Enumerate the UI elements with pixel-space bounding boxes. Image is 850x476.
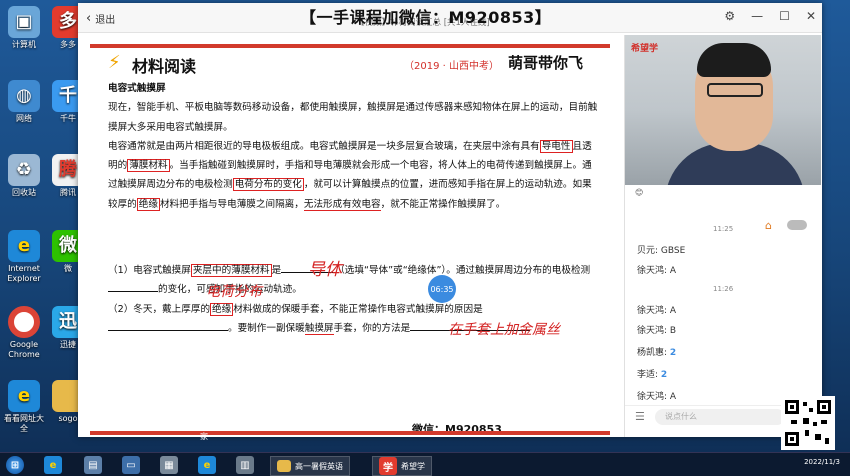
chat-message: 李适: 2: [637, 370, 668, 380]
chat-time: 11:25: [713, 225, 734, 233]
chat-message: 徐天鸿: A: [637, 306, 677, 316]
start-button[interactable]: ⊞: [6, 456, 24, 474]
recycle-bin-icon: ♻: [8, 154, 40, 186]
taskbar-ie[interactable]: e: [44, 456, 62, 474]
chat-time: 11:26: [713, 285, 734, 293]
gift-icon[interactable]: ⌂: [765, 219, 772, 232]
taskbar-app-1[interactable]: ▤: [84, 456, 102, 474]
network-icon: ◍: [8, 80, 40, 112]
chat-list: 11:25 ⌂ 贝元: GBSE 徐天鸿: A 11:26 徐天鸿: A 徐天鸿…: [625, 205, 821, 405]
monitor-icon: ▭: [122, 456, 140, 474]
app-icon: ▦: [160, 456, 178, 474]
exit-button[interactable]: ‹ 退出: [86, 10, 115, 27]
maximize-icon[interactable]: ☐: [779, 9, 790, 23]
lesson-slide: ⚡ 材料阅读 （2019 · 山西中考） 萌哥带你飞 电容式触摸屏 现在，智能手…: [82, 35, 620, 437]
chat-message: 贝元: GBSE: [637, 246, 686, 256]
blank-3: [108, 329, 228, 331]
annot-box-insulator: 绝缘: [136, 197, 160, 211]
annot-underline-q2: 触摸屏: [304, 322, 334, 335]
annot-box-charge: 电荷分布的变化: [232, 178, 304, 192]
ie-icon: e: [198, 456, 216, 474]
handwriting-answer-3: 在手套上加金属丝: [448, 322, 560, 338]
ie-icon: e: [8, 380, 40, 412]
desktop-folder-label: 家: [200, 432, 208, 441]
titlebar: ‹ 退出 【视频】补材阅读汇总 [共1人在线] 【一手课程加微信：M920853…: [78, 3, 822, 33]
desktop-icon-chrome[interactable]: Google Chrome: [2, 306, 46, 360]
chat-message: 杨凯惠: 2: [637, 348, 677, 358]
desktop-icon-computer[interactable]: ▣ 计算机: [2, 6, 46, 50]
annot-box-q1: 夹层中的薄膜材料: [190, 264, 272, 277]
blank-2: [108, 291, 158, 293]
taskbar-folder-window[interactable]: 高一暑假英语: [270, 456, 350, 476]
folder-icon: [277, 460, 291, 472]
annot-box-film: 薄膜材料: [127, 159, 170, 173]
app-icon: ▥: [236, 456, 254, 474]
desktop-icon-network[interactable]: ◍ 网络: [2, 80, 46, 124]
desktop-icon-kankan[interactable]: e 看看网址大全: [2, 380, 46, 434]
app-icon: ▤: [84, 456, 102, 474]
taskbar-app-4[interactable]: ▥: [236, 456, 254, 474]
ie-icon: e: [44, 456, 62, 474]
emoji-icon: 😊: [635, 188, 644, 197]
school-logo: 希望学: [631, 44, 659, 54]
computer-icon: ▣: [8, 6, 40, 38]
desktop-icon-recycle-bin[interactable]: ♻ 回收站: [2, 154, 46, 198]
taskbar-ie-2[interactable]: e: [198, 456, 216, 474]
passage: 电容式触摸屏 现在，智能手机、平板电脑等数码移动设备，都使用触摸屏，触摸屏是通过…: [108, 79, 600, 214]
chrome-icon: [8, 306, 40, 338]
teacher-glasses: [707, 83, 763, 97]
taskbar-app-3[interactable]: ▦: [160, 456, 178, 474]
classroom-window: ‹ 退出 【视频】补材阅读汇总 [共1人在线] 【一手课程加微信：M920853…: [78, 3, 822, 437]
chat-icon[interactable]: ☰: [635, 410, 645, 423]
passage-p2: 电容通常就是由两片相距很近的导电极板组成。电容式触摸屏是一块多层复合玻璃，在夹层…: [108, 139, 592, 211]
system-clock: 2022/11/3: [804, 458, 840, 466]
slide-top-bar: [90, 44, 610, 48]
lightning-icon: ⚡: [108, 52, 121, 73]
toggle-switch[interactable]: [787, 220, 807, 230]
desktop-icon-ie[interactable]: e Internet Explorer: [2, 230, 46, 284]
watermark-banner: 【一手课程加微信：M920853】: [300, 8, 552, 27]
handwriting-answer-1: 导体: [308, 260, 342, 280]
taskbar: ⊞ e ▤ ▭ ▦ e ▥ 高一暑假英语 学 希望学 家 2022/11/3: [0, 432, 850, 476]
exam-source: （2019 · 山西中考）: [404, 61, 499, 72]
window-controls: ⚙ — ☐ ✕: [724, 9, 816, 23]
app-icon: 学: [379, 457, 397, 475]
chat-message: 徐天鸿: A: [637, 392, 677, 402]
side-panel: 希望学 😊 11:25 ⌂ 贝元: GBSE 徐天鸿: A 11:26 徐天鸿:…: [624, 35, 821, 437]
taskbar-app-2[interactable]: ▭: [122, 456, 140, 474]
handwriting-answer-2: 电荷分布: [206, 284, 262, 300]
slide-bottom-bar: [90, 431, 610, 435]
question-1: （1）电容式触摸屏 夹层中的薄膜材料是（选填“导体”或“绝缘体”）。通过触摸屏周边…: [108, 264, 591, 296]
annot-box-q2: 绝缘: [210, 302, 234, 316]
slide-brand: 萌哥带你飞: [508, 54, 584, 72]
qr-code-icon: [781, 396, 835, 450]
teacher-video: 希望学: [625, 35, 821, 185]
taskbar-xiwangxue-window[interactable]: 学 希望学: [372, 456, 432, 476]
annot-box-conductive: 导电性: [539, 139, 573, 153]
timer-badge: 06:35: [428, 275, 456, 303]
annot-underline-capacitor: 无法形成有效电容: [303, 198, 381, 211]
chat-message: 徐天鸿: B: [637, 326, 677, 336]
slide-title: 材料阅读: [132, 57, 197, 76]
windows-start-icon: ⊞: [6, 456, 24, 474]
reaction-bar: 😊: [635, 188, 643, 197]
chat-message: 徐天鸿: A: [637, 266, 677, 276]
chevron-left-icon: ‹: [86, 10, 92, 26]
close-icon[interactable]: ✕: [806, 9, 816, 23]
passage-heading: 电容式触摸屏: [108, 83, 166, 94]
minimize-icon[interactable]: —: [751, 9, 763, 23]
ie-icon: e: [8, 230, 40, 262]
passage-p1: 现在，智能手机、平板电脑等数码移动设备，都使用触摸屏，触摸屏是通过传感器来感知物…: [108, 102, 598, 133]
teacher-hair: [697, 43, 771, 77]
settings-icon[interactable]: ⚙: [724, 9, 735, 23]
chat-input[interactable]: 说点什么: [655, 409, 785, 425]
